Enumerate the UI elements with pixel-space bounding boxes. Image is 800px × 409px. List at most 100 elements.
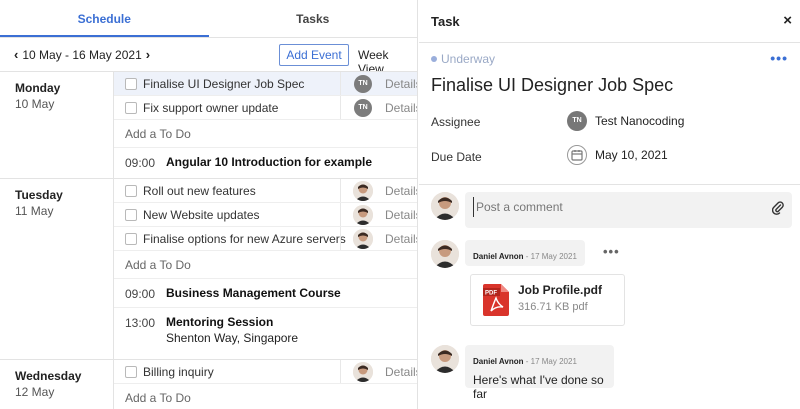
todo-text: Fix support owner update [143,100,279,115]
comment-input[interactable] [473,197,763,217]
task-title: Finalise UI Designer Job Spec [431,75,674,95]
comment-author: Daniel Avnon [473,252,524,261]
cell-divider [340,96,341,119]
status-badge[interactable]: Underway [431,52,495,66]
schedule-toolbar: ‹ 10 May - 16 May 2021 › [0,38,417,71]
details-link[interactable]: Details [385,77,417,91]
schedule-panel: Schedule Tasks ‹ 10 May - 16 May 2021 › … [0,0,418,409]
date-range: ‹ 10 May - 16 May 2021 › [14,47,150,62]
add-todo-link[interactable]: Add a To Do [114,251,417,279]
next-week-icon[interactable]: › [146,47,150,62]
event-title: Angular 10 Introduction for example [166,155,373,169]
todo-checkbox[interactable] [125,77,137,90]
event-time: 09:00 [125,287,156,301]
assignee-photo-avatar [353,205,373,225]
details-link[interactable]: Details [385,365,417,379]
comment-bubble: Daniel Avnon - 17 May 2021 Here's what I… [465,345,614,401]
due-date-value: May 10, 2021 [595,148,668,162]
day-date: 10 May [15,97,55,111]
todo-row[interactable]: Roll out new features Details [114,179,417,203]
comment-date: - 17 May 2021 [523,357,577,366]
todo-text: Billing inquiry [143,364,214,379]
day-name: Tuesday [15,188,63,202]
details-link[interactable]: Details [385,208,417,222]
comment-author: Daniel Avnon [473,357,524,366]
day-name: Wednesday [15,369,82,383]
due-date-field[interactable]: May 10, 2021 [567,145,668,165]
task-more-icon[interactable]: ••• [770,50,788,66]
day-label: Tuesday 11 May [0,179,114,359]
day-body: Finalise UI Designer Job Spec TN Details… [114,72,417,178]
commenter-avatar [431,345,459,373]
close-icon[interactable]: × [783,12,792,29]
todo-checkbox[interactable] [125,208,137,221]
prev-week-icon[interactable]: ‹ [14,47,18,62]
cell-divider [340,72,341,95]
event-time: 09:00 [125,156,156,170]
todo-text: New Website updates [143,207,260,222]
todo-row[interactable]: Finalise UI Designer Job Spec TN Details [114,72,417,96]
schedule-grid: Monday 10 May Finalise UI Designer Job S… [0,71,417,409]
assignee-name: Test Nanocoding [595,114,685,128]
comment-text: Here's what I've done so far [473,373,604,401]
assignee-field[interactable]: TN Test Nanocoding [567,111,684,131]
comment-more-icon[interactable]: ••• [603,244,620,259]
details-link[interactable]: Details [385,101,417,115]
todo-text: Roll out new features [143,183,256,198]
tab-schedule[interactable]: Schedule [0,0,209,37]
attachment-card[interactable]: PDF Job Profile.pdf 316.71 KB pdf [470,274,625,326]
details-link[interactable]: Details [385,184,417,198]
todo-text: Finalise UI Designer Job Spec [143,76,305,91]
event-time: 13:00 [125,316,156,330]
event-title: Business Management Course [166,286,341,300]
calendar-event[interactable]: 13:00 Mentoring Session Shenton Way, Sin… [114,308,417,360]
event-details: Mentoring Session Shenton Way, Singapore [166,308,298,345]
assignee-avatar: TN [354,99,372,117]
calendar-event[interactable]: 09:00 Business Management Course [114,279,417,308]
day-date: 11 May [15,204,54,218]
day-name: Monday [15,81,61,95]
assignee-avatar: TN [354,75,372,93]
todo-checkbox[interactable] [125,101,137,114]
todo-checkbox[interactable] [125,365,137,378]
date-range-label: 10 May - 16 May 2021 [22,47,142,62]
comment-header-bubble: Daniel Avnon - 17 May 2021 [465,240,585,266]
day-monday: Monday 10 May Finalise UI Designer Job S… [0,72,417,179]
comment-composer [465,192,792,228]
paperclip-icon[interactable] [771,201,784,220]
calendar-event[interactable]: 09:00 Angular 10 Introduction for exampl… [114,148,417,177]
cell-divider [340,179,341,202]
event-location: Shenton Way, Singapore [166,331,299,345]
todo-row[interactable]: Finalise options for new Azure servers D… [114,227,417,251]
day-body: Roll out new features Details New Websit… [114,179,417,360]
due-date-label: Due Date [431,150,482,164]
pdf-file-icon: PDF [483,284,509,321]
details-link[interactable]: Details [385,232,417,246]
todo-row[interactable]: New Website updates Details [114,203,417,227]
todo-row[interactable]: Billing inquiry Details [114,360,417,384]
todo-checkbox[interactable] [125,232,137,245]
file-name: Job Profile.pdf [518,283,602,297]
commenter-avatar [431,240,459,268]
tab-bar: Schedule Tasks [0,0,417,38]
file-size: 316.71 KB pdf [518,301,588,313]
app-root: Schedule Tasks ‹ 10 May - 16 May 2021 › … [0,0,800,409]
task-header-title: Task [431,14,460,29]
todo-checkbox[interactable] [125,184,137,197]
day-wednesday: Wednesday 12 May Billing inquiry Details… [0,360,417,409]
status-label: Underway [441,52,496,66]
day-tuesday: Tuesday 11 May Roll out new features Det… [0,179,417,360]
add-todo-link[interactable]: Add a To Do [114,384,417,409]
todo-row[interactable]: Fix support owner update TN Details [114,96,417,120]
assignee-photo-avatar [353,181,373,201]
tab-tasks[interactable]: Tasks [209,0,418,37]
assignee-avatar: TN [567,111,587,131]
cell-divider [340,360,341,383]
comment-date: - 17 May 2021 [523,252,577,261]
todo-text: Finalise options for new Azure servers [143,231,346,246]
add-event-button[interactable]: Add Event [279,44,349,66]
assignee-photo-avatar [353,362,373,382]
day-label: Wednesday 12 May [0,360,114,409]
add-todo-link[interactable]: Add a To Do [114,120,417,148]
event-title: Mentoring Session [166,315,274,329]
